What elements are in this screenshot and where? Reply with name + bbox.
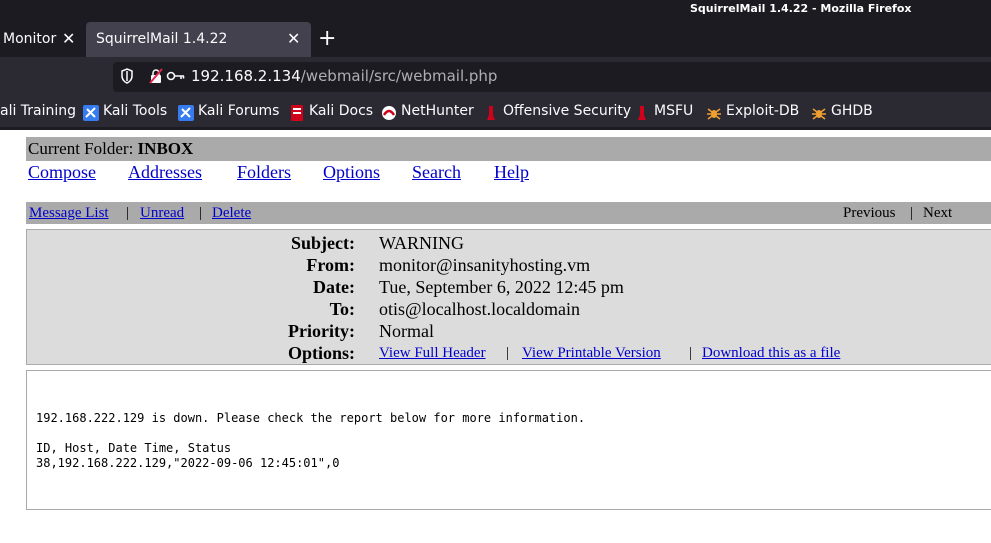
addresses-link[interactable]: Addresses <box>128 162 202 183</box>
shield-icon[interactable] <box>121 68 133 84</box>
bookmark-label: Exploit-DB <box>726 103 800 119</box>
subject-value: WARNING <box>379 233 464 253</box>
kali-tools-icon <box>83 105 99 121</box>
date-value: Tue, September 6, 2022 12:45 pm <box>379 277 624 297</box>
bookmark-label: Kali Forums <box>198 103 280 119</box>
to-value: otis@localhost.localdomain <box>379 299 581 319</box>
close-tab-icon[interactable]: ✕ <box>287 29 300 48</box>
folder-name: INBOX <box>137 139 194 158</box>
separator: | <box>506 345 510 361</box>
download-file-link[interactable]: Download this as a file <box>702 345 840 362</box>
next-label: Next <box>923 205 953 221</box>
bookmark-label: NetHunter <box>401 103 474 119</box>
bookmark-label: Offensive Security <box>503 103 632 119</box>
message-body: 192.168.222.129 is down. Please check th… <box>36 411 586 470</box>
offsec-icon <box>638 106 646 120</box>
separator: | <box>910 205 914 221</box>
options-label: Options: <box>287 343 355 363</box>
bookmark-label: GHDB <box>831 103 873 119</box>
message-list-link[interactable]: Message List <box>29 205 109 222</box>
unread-link[interactable]: Unread <box>140 205 184 222</box>
view-printable-version-link[interactable]: View Printable Version <box>522 345 661 362</box>
priority-label: Priority: <box>288 321 355 341</box>
tab-label: SquirrelMail 1.4.22 <box>96 31 228 47</box>
tab-strip: Monitor ✕ SquirrelMail 1.4.22 ✕ <box>0 22 991 57</box>
exploit-db-icon <box>812 108 826 120</box>
url-path: /webmail/src/webmail.php <box>300 67 498 85</box>
nethunter-icon <box>382 106 396 120</box>
url-text[interactable]: 192.168.2.134/webmail/src/webmail.php <box>191 67 497 85</box>
kali-docs-icon <box>291 105 303 121</box>
view-full-header-link[interactable]: View Full Header <box>379 345 486 362</box>
from-value: monitor@insanityhosting.vm <box>379 255 591 275</box>
tab-label: Monitor <box>3 31 57 47</box>
window-title: SquirrelMail 1.4.22 - Mozilla Firefox <box>690 2 912 15</box>
compose-link[interactable]: Compose <box>28 162 96 183</box>
tab-monitor[interactable]: Monitor ✕ <box>0 22 85 57</box>
key-icon[interactable] <box>166 68 186 84</box>
help-link[interactable]: Help <box>494 162 529 183</box>
url-host: 192.168.2.134 <box>191 67 301 85</box>
bookmark-label: Kali Docs <box>309 103 374 119</box>
separator: | <box>126 205 130 221</box>
from-label: From: <box>306 255 355 275</box>
new-tab-button[interactable]: + <box>318 24 336 54</box>
separator: | <box>689 345 693 361</box>
date-label: Date: <box>313 277 355 297</box>
priority-value: Normal <box>379 321 434 341</box>
subject-label: Subject: <box>291 233 355 253</box>
options-link[interactable]: Options <box>323 162 380 183</box>
bookmark-label: Kali Tools <box>103 103 168 119</box>
bookmark-label: ali Training <box>0 103 77 119</box>
current-folder: Current Folder: INBOX <box>28 139 193 159</box>
to-label: To: <box>329 299 355 319</box>
separator: | <box>199 205 203 221</box>
delete-link[interactable]: Delete <box>212 205 251 222</box>
offsec-icon <box>487 106 495 120</box>
window-titlebar: SquirrelMail 1.4.22 - Mozilla Firefox <box>0 0 991 22</box>
bookmark-label: MSFU <box>654 103 694 119</box>
search-link[interactable]: Search <box>412 162 461 183</box>
exploit-db-icon <box>707 108 721 120</box>
close-tab-icon[interactable]: ✕ <box>62 29 75 48</box>
insecure-lock-icon[interactable] <box>148 68 164 84</box>
tab-squirrelmail[interactable]: SquirrelMail 1.4.22 ✕ <box>86 22 311 57</box>
previous-label: Previous <box>843 205 896 221</box>
kali-forums-icon <box>178 105 194 121</box>
folders-link[interactable]: Folders <box>237 162 291 183</box>
folder-label: Current Folder: <box>28 139 134 158</box>
